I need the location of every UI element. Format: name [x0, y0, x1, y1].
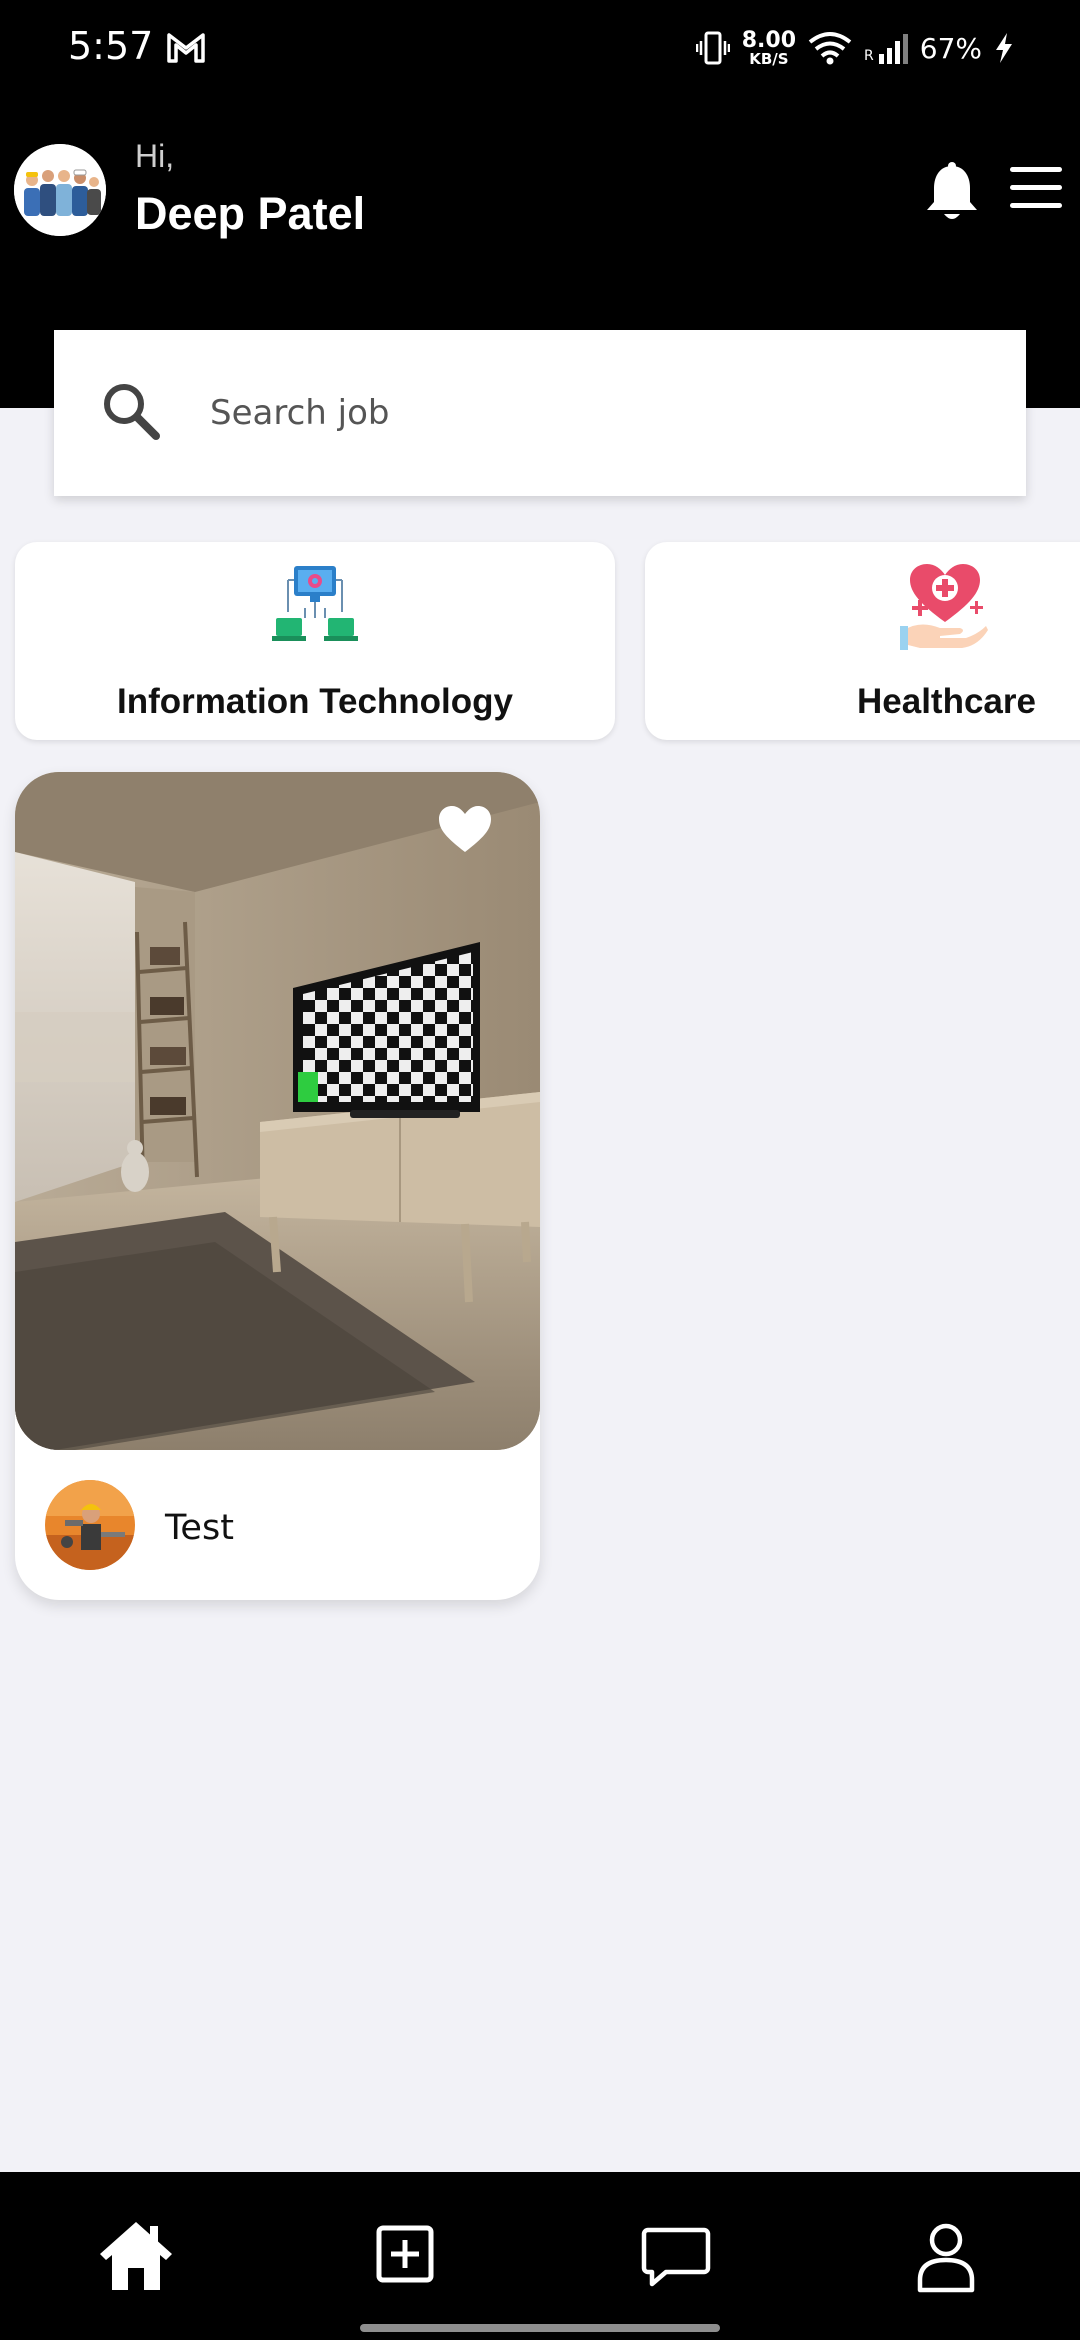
app-screen: 5:57 8.00 KB/S R 67% Hi, Deep Patel Sear…: [0, 0, 1080, 2340]
room-photo: [15, 772, 540, 1450]
profile-icon[interactable]: [906, 2218, 986, 2294]
workers-illustration-icon: [14, 144, 106, 236]
greeting-text: Hi,: [135, 138, 175, 174]
category-card-healthcare[interactable]: Healthcare: [645, 542, 1080, 740]
category-label: Information Technology: [116, 682, 513, 721]
job-card[interactable]: Test: [15, 772, 540, 1600]
network-speed: 8.00 KB/S: [741, 27, 797, 68]
wifi-icon: [808, 32, 852, 65]
notifications-bell-icon[interactable]: [922, 160, 982, 224]
favorite-heart-icon[interactable]: [437, 804, 493, 856]
construction-worker-icon: [45, 1480, 135, 1570]
network-speed-value: 8.00: [741, 27, 797, 53]
status-time: 5:57: [68, 24, 154, 68]
category-card-information-technology[interactable]: Information Technology: [15, 542, 615, 740]
company-avatar: [45, 1480, 135, 1570]
status-indicators: 8.00 KB/S R 67%: [695, 24, 1014, 72]
menu-hamburger-icon[interactable]: [1008, 164, 1064, 212]
gmail-icon: [167, 33, 205, 63]
user-avatar[interactable]: [14, 144, 106, 236]
home-icon[interactable]: [96, 2218, 176, 2294]
user-name: Deep Patel: [135, 188, 366, 239]
job-title: Test: [165, 1508, 234, 1548]
healthcare-icon: [900, 564, 988, 650]
search-icon[interactable]: [100, 380, 162, 442]
gesture-home-indicator[interactable]: [360, 2324, 720, 2332]
chat-icon[interactable]: [636, 2218, 716, 2294]
cell-signal-icon: R: [864, 32, 908, 64]
charging-icon: [996, 33, 1012, 63]
roaming-indicator: R: [864, 48, 874, 64]
search-input[interactable]: [210, 380, 970, 446]
battery-level: 67%: [919, 31, 982, 65]
bottom-navigation: [0, 2172, 1080, 2340]
it-network-icon: [272, 566, 358, 641]
vibrate-icon: [695, 31, 730, 65]
search-bar: [54, 330, 1026, 496]
add-icon[interactable]: [366, 2218, 446, 2294]
job-image: [15, 772, 540, 1450]
category-label: Healthcare: [857, 682, 1036, 721]
network-speed-unit: KB/S: [749, 49, 789, 68]
status-bar: 5:57 8.00 KB/S R 67%: [0, 0, 1080, 96]
